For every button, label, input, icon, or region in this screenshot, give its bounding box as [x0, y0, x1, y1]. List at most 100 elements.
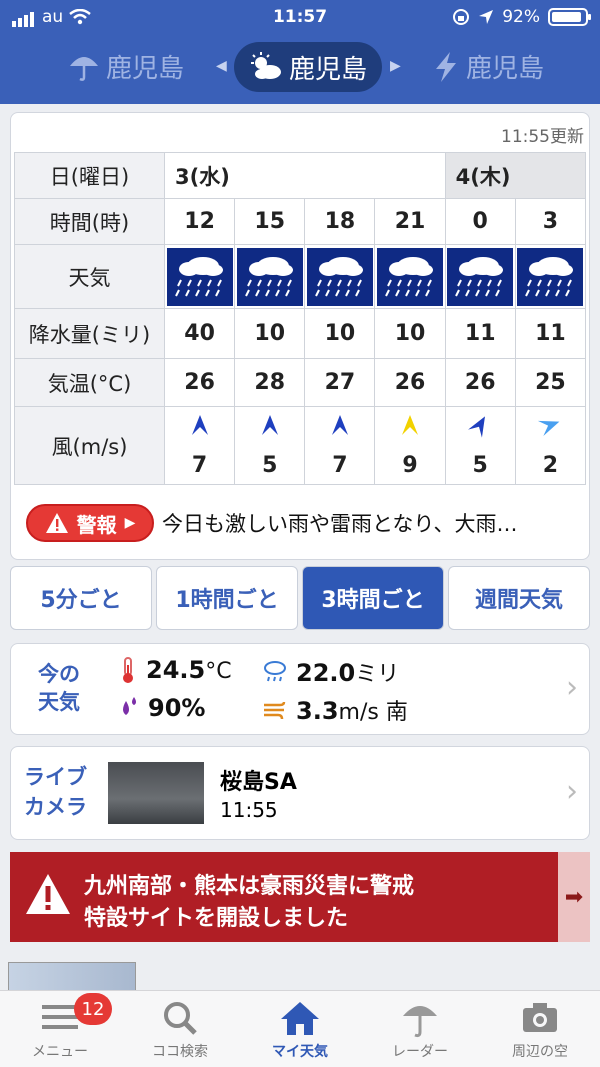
banner-arrow-icon[interactable]: ➡	[558, 852, 590, 942]
warning-text[interactable]: 今日も激しい雨や雷雨となり、大雨…	[162, 508, 518, 538]
city-current[interactable]: 鹿児島	[234, 42, 382, 92]
wind-speed: 7	[332, 453, 348, 478]
location-icon	[479, 10, 494, 24]
warning-icon	[45, 513, 68, 533]
chevron-right-icon: ›	[566, 774, 578, 809]
temp-cell: 27	[304, 358, 376, 407]
camera-location: 桜島SA	[220, 770, 297, 795]
hour-cell: 3	[514, 198, 587, 245]
label-day: 日(曜日)	[14, 152, 165, 199]
heavy-rain-icon	[447, 247, 514, 306]
heavy-rain-icon	[517, 247, 584, 306]
nav-my-weather[interactable]: マイ天気	[240, 991, 360, 1067]
warning-badge[interactable]: 警報 ▶	[26, 504, 154, 542]
city-next[interactable]: 鹿児島	[432, 48, 544, 85]
precip-cell: 10	[304, 308, 376, 359]
label-time: 時間(時)	[14, 198, 165, 245]
label-weather: 天気	[14, 244, 165, 309]
tab-3hour[interactable]: 3時間ごと	[302, 566, 444, 630]
banner-line1: 九州南部・熊本は豪雨災害に警戒	[84, 874, 415, 899]
radar-thumbnail[interactable]	[8, 962, 136, 992]
menu-badge: 12	[74, 993, 112, 1025]
city-switcher: 鹿児島 ◀ 鹿児島 ▶ 鹿児島	[0, 34, 600, 104]
nav-search[interactable]: ココ検索	[120, 991, 240, 1067]
weather-cell	[304, 244, 376, 309]
wind-cell: 7	[163, 406, 236, 485]
wind-direction-icon	[446, 413, 515, 442]
umbrella-icon	[70, 56, 98, 81]
wind-direction-icon	[305, 413, 374, 442]
current-temp: 24.5°C	[118, 656, 232, 684]
forecast-table: 日(曜日) 3(水) 4(木) 時間(時) 12 15 18 21 0 3 天気…	[14, 152, 587, 485]
hour-cell: 18	[304, 198, 376, 245]
label-temp: 気温(°C)	[14, 358, 165, 407]
wind-cell: 2	[514, 406, 587, 485]
wind-icon	[264, 701, 286, 720]
hour-cell: 21	[374, 198, 446, 245]
next-arrow-icon[interactable]: ▶	[390, 58, 401, 74]
home-icon	[281, 1002, 319, 1035]
wind-direction-icon	[235, 413, 304, 442]
nav-nearby-sky[interactable]: 周辺の空	[480, 991, 600, 1067]
chevron-right-icon: ›	[566, 670, 578, 705]
banner-line2: 特設サイトを開設しました	[84, 906, 349, 931]
current-rain: 22.0ミリ	[262, 656, 399, 688]
hour-cell: 15	[234, 198, 306, 245]
rotation-lock-icon	[453, 9, 470, 25]
precip-cell: 40	[163, 308, 236, 359]
wind-speed: 5	[472, 453, 488, 478]
wind-direction-icon	[165, 413, 234, 442]
lightning-icon	[436, 51, 456, 82]
status-bar: au 11:57 92%	[0, 0, 600, 34]
camera-icon	[523, 1003, 557, 1032]
camera-thumbnail[interactable]	[108, 762, 204, 824]
weather-cell	[234, 244, 306, 309]
precip-cell: 11	[444, 308, 516, 359]
city-prev[interactable]: 鹿児島	[68, 48, 184, 85]
wind-cell: 5	[234, 406, 306, 485]
wind-cell: 9	[374, 406, 446, 485]
wind-cell: 7	[304, 406, 376, 485]
wind-speed: 2	[542, 453, 559, 478]
weather-cell	[163, 244, 236, 309]
prev-arrow-icon[interactable]: ◀	[216, 58, 227, 74]
temp-cell: 28	[234, 358, 306, 407]
nav-radar[interactable]: レーダー	[360, 991, 480, 1067]
temp-cell: 25	[514, 358, 587, 407]
weather-cell	[374, 244, 446, 309]
tab-1hour[interactable]: 1時間ごと	[156, 566, 298, 630]
temp-cell: 26	[163, 358, 236, 407]
disaster-alert-banner[interactable]: 九州南部・熊本は豪雨災害に警戒 特設サイトを開設しました	[10, 852, 558, 942]
thermometer-icon	[123, 657, 133, 683]
live-camera-card[interactable]	[10, 746, 590, 840]
radar-umbrella-icon	[403, 1006, 437, 1038]
label-precip: 降水量(ミリ)	[14, 308, 165, 359]
heavy-rain-icon	[306, 247, 373, 306]
label-wind: 風(m/s)	[14, 406, 165, 485]
current-humidity: 90%	[118, 694, 205, 722]
search-icon	[164, 1002, 197, 1035]
tab-5min[interactable]: 5分ごと	[10, 566, 152, 630]
day-header: 4(木)	[444, 152, 587, 199]
weather-cell	[444, 244, 516, 309]
hour-cell: 0	[444, 198, 516, 245]
nav-menu[interactable]: 12 メニュー	[0, 991, 120, 1067]
heavy-rain-icon	[166, 247, 233, 306]
weather-cell	[514, 244, 587, 309]
wind-direction-icon	[375, 413, 444, 442]
precip-cell: 10	[234, 308, 306, 359]
warning-icon	[26, 874, 70, 914]
tab-weekly[interactable]: 週間天気	[448, 566, 590, 630]
camera-time: 11:55	[220, 798, 278, 822]
forecast-tabs: 5分ごと 1時間ごと 3時間ごと 週間天気	[10, 566, 590, 630]
battery-percent: 92%	[502, 7, 540, 27]
hour-cell: 12	[163, 198, 236, 245]
updated-time: 11:55更新	[501, 127, 584, 147]
wind-direction-icon	[516, 413, 585, 442]
temp-cell: 26	[444, 358, 516, 407]
temp-cell: 26	[374, 358, 446, 407]
wind-cell: 5	[444, 406, 516, 485]
wind-speed: 7	[191, 453, 208, 478]
humidity-drops-icon	[123, 697, 136, 715]
heavy-rain-icon	[236, 247, 303, 306]
